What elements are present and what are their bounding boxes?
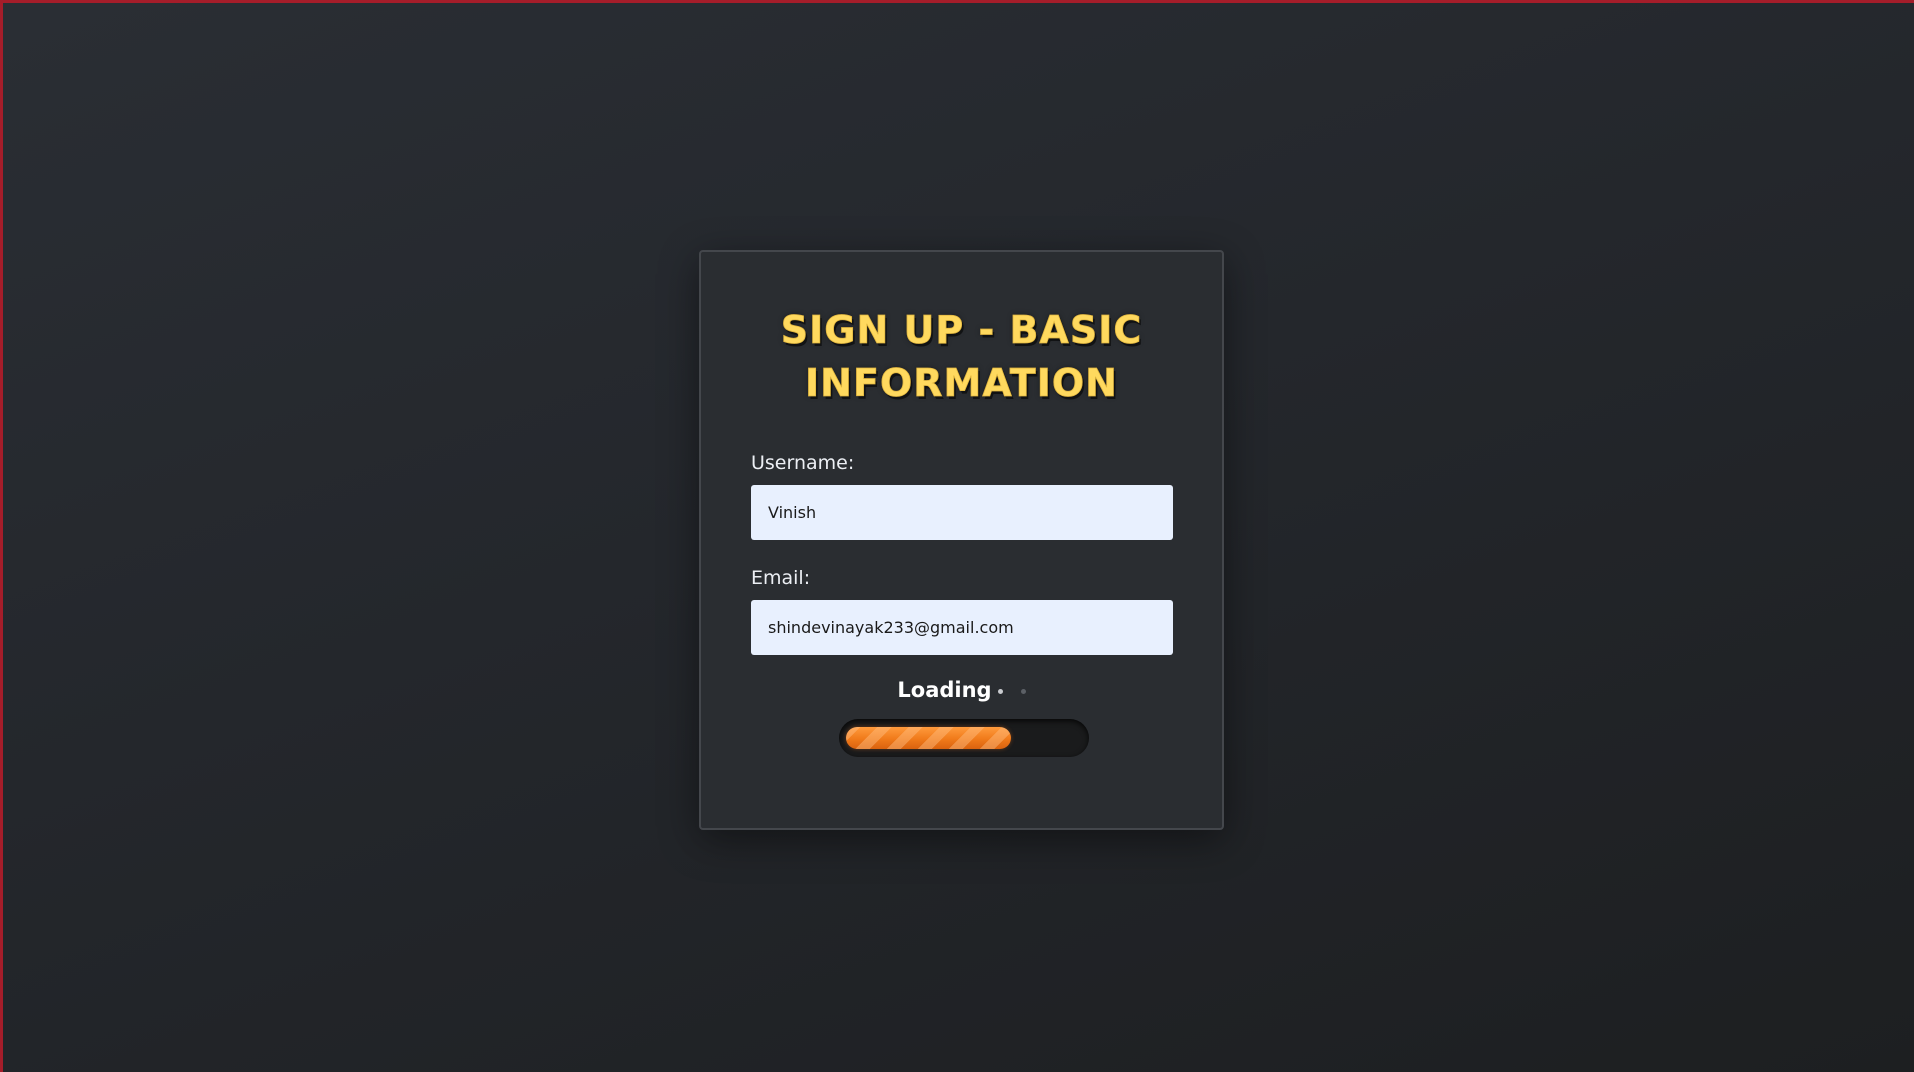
- username-input[interactable]: [751, 485, 1173, 540]
- page-title: Sign Up - Basic Information: [780, 308, 1143, 406]
- email-label: Email:: [751, 567, 811, 589]
- signup-card: Sign Up - Basic Information Username: Em…: [699, 250, 1224, 830]
- email-input[interactable]: [751, 600, 1173, 655]
- loading-dot-icon: [997, 688, 1003, 694]
- loading-indicator: Loading: [701, 678, 1222, 702]
- progress-bar-track: [839, 719, 1089, 757]
- loading-dot-icon: [1020, 688, 1026, 694]
- progress-bar-fill: [846, 727, 1011, 749]
- username-label: Username:: [751, 452, 855, 474]
- loading-text: Loading: [897, 678, 992, 702]
